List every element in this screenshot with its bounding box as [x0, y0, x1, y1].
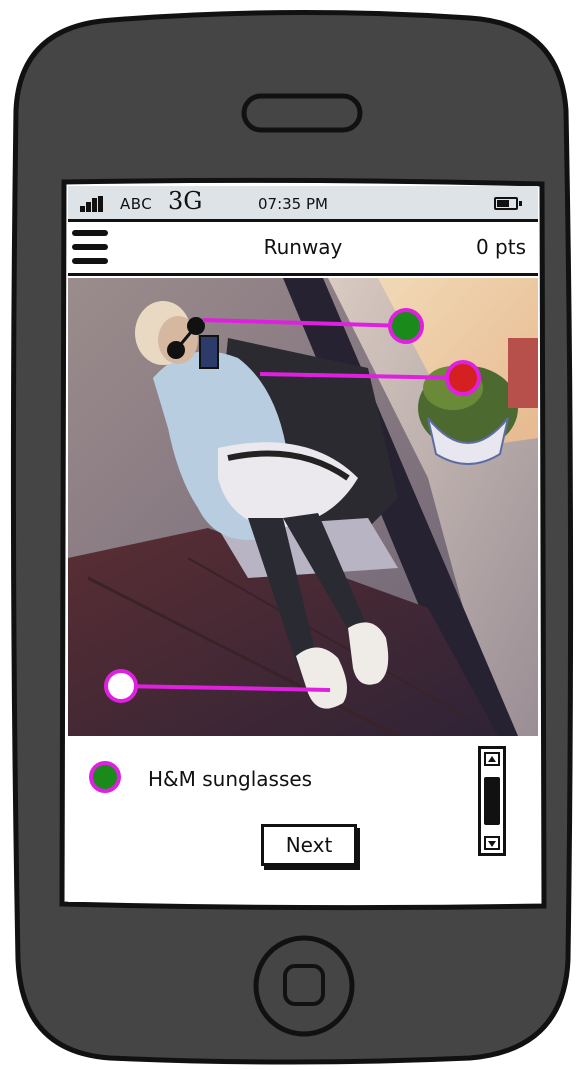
next-button[interactable]: Next: [261, 824, 357, 866]
scroll-up-icon[interactable]: [484, 752, 500, 766]
network-label: 3G: [168, 187, 203, 215]
item-scrollbar[interactable]: [478, 746, 506, 856]
page-title: Runway: [263, 235, 343, 259]
scroll-thumb[interactable]: [484, 777, 500, 825]
phone-screen: ABC 3G 07:35 PM Runway 0 pts H&M sunglas…: [68, 186, 538, 902]
outfit-photo-illustration: [68, 278, 538, 736]
nav-bar: Runway 0 pts: [68, 222, 538, 276]
status-time: 07:35 PM: [258, 195, 328, 213]
selected-item-dot: [89, 761, 121, 793]
tag-dot-shirt: [445, 360, 481, 396]
battery-icon: [494, 197, 522, 210]
points-counter: 0 pts: [475, 235, 526, 259]
outfit-photo: [68, 278, 538, 736]
status-bar: ABC 3G 07:35 PM: [68, 186, 538, 222]
wireframe-canvas: ABC 3G 07:35 PM Runway 0 pts H&M sunglas…: [0, 0, 580, 1070]
scroll-down-icon[interactable]: [484, 836, 500, 850]
carrier-label: ABC: [120, 195, 153, 213]
signal-bars-icon: [80, 196, 104, 212]
tag-dot-shoes: [104, 669, 138, 703]
item-detail-panel: H&M sunglasses Next: [68, 736, 538, 902]
tag-dot-sunglasses: [388, 308, 424, 344]
selected-item-label: H&M sunglasses: [148, 767, 313, 791]
